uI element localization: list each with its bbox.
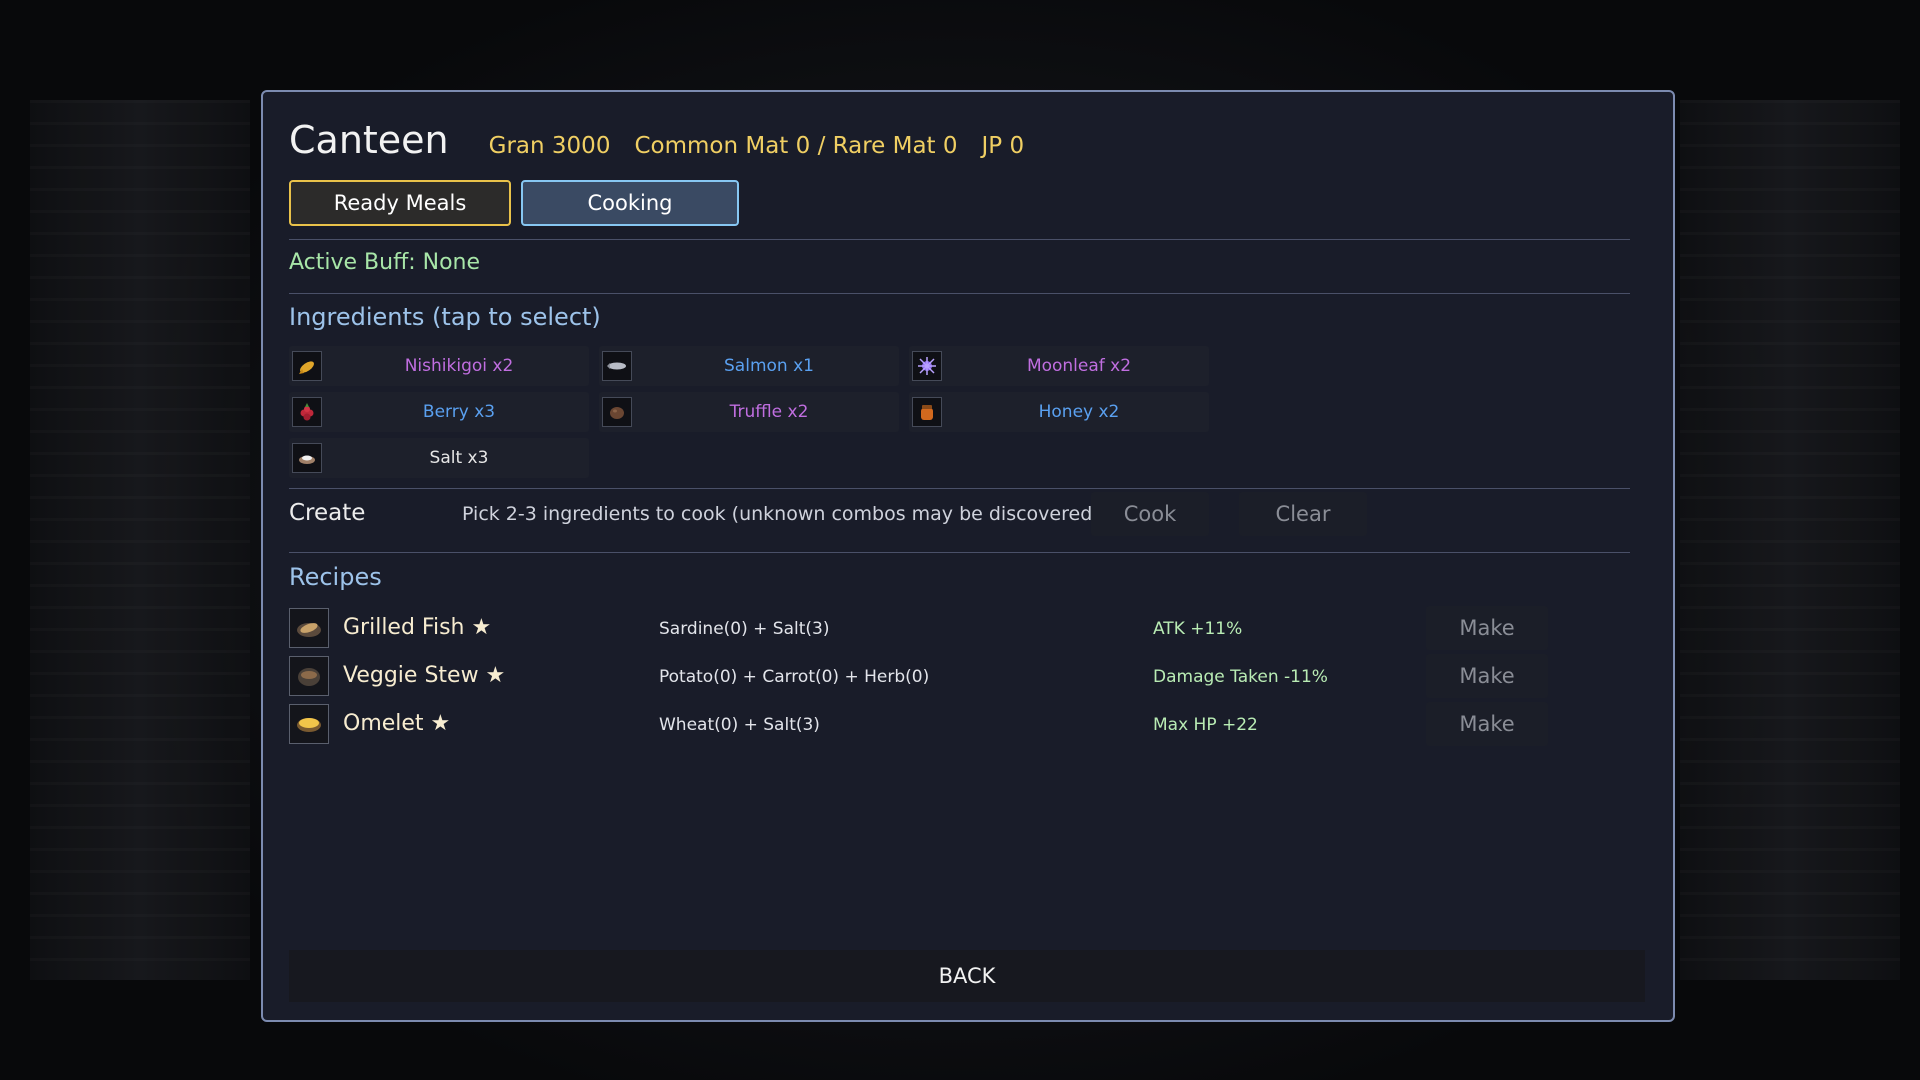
recipe-formula: Potato(0) + Carrot(0) + Herb(0) xyxy=(659,667,930,687)
background-pillar-right xyxy=(1680,100,1900,980)
divider xyxy=(289,293,1630,294)
fish-icon xyxy=(292,351,322,381)
recipe-formula: Wheat(0) + Salt(3) xyxy=(659,715,820,735)
ingredient-honey[interactable]: Honey x2 xyxy=(909,392,1209,432)
omelet-icon xyxy=(289,704,329,744)
ingredient-truffle[interactable]: Truffle x2 xyxy=(599,392,899,432)
divider xyxy=(289,488,1630,489)
honey-icon xyxy=(912,397,942,427)
recipe-formula: Sardine(0) + Salt(3) xyxy=(659,619,830,639)
canteen-panel: Canteen Gran 3000 Common Mat 0 / Rare Ma… xyxy=(261,90,1675,1022)
ingredient-label: Nishikigoi x2 xyxy=(404,356,514,376)
recipe-name: Veggie Stew ★ xyxy=(343,663,506,688)
ingredient-label: Honey x2 xyxy=(1038,402,1120,422)
page-title: Canteen xyxy=(289,118,449,162)
materials-counter: Common Mat 0 / Rare Mat 0 xyxy=(634,133,958,159)
ingredient-berry[interactable]: Berry x3 xyxy=(289,392,589,432)
make-button[interactable]: Make xyxy=(1426,606,1548,650)
ingredient-salt[interactable]: Salt x3 xyxy=(289,438,589,478)
recipes-heading: Recipes xyxy=(289,563,382,591)
jp-counter: JP 0 xyxy=(981,133,1025,159)
berry-icon xyxy=(292,397,322,427)
tab-ready-meals[interactable]: Ready Meals xyxy=(289,180,511,226)
ingredient-label: Salmon x1 xyxy=(724,356,814,376)
cook-button[interactable]: Cook xyxy=(1091,492,1209,536)
recipe-name: Omelet ★ xyxy=(343,711,451,736)
stew-icon xyxy=(289,656,329,696)
create-row: Create Pick 2-3 ingredients to cook (unk… xyxy=(289,492,1630,536)
ingredient-label: Salt x3 xyxy=(429,448,489,468)
recipe-row: Omelet ★ Wheat(0) + Salt(3) Max HP +22 M… xyxy=(289,702,1630,746)
divider xyxy=(289,552,1630,553)
header: Canteen Gran 3000 Common Mat 0 / Rare Ma… xyxy=(289,118,1048,162)
make-button[interactable]: Make xyxy=(1426,702,1548,746)
leaf-icon xyxy=(912,351,942,381)
ingredient-salmon[interactable]: Salmon x1 xyxy=(599,346,899,386)
divider xyxy=(289,239,1630,240)
ingredients-heading: Ingredients (tap to select) xyxy=(289,303,601,331)
back-button[interactable]: BACK xyxy=(289,950,1645,1002)
ingredient-label: Truffle x2 xyxy=(729,402,809,422)
recipe-effect: ATK +11% xyxy=(1153,619,1243,639)
recipe-effect: Damage Taken -11% xyxy=(1153,667,1328,687)
recipe-effect: Max HP +22 xyxy=(1153,715,1258,735)
ingredient-label: Berry x3 xyxy=(422,402,496,422)
grilled-fish-icon xyxy=(289,608,329,648)
tab-bar: Ready Meals Cooking xyxy=(289,180,739,226)
clear-button[interactable]: Clear xyxy=(1239,492,1367,536)
ingredient-moonleaf[interactable]: Moonleaf x2 xyxy=(909,346,1209,386)
active-buff-status: Active Buff: None xyxy=(289,250,481,275)
make-button[interactable]: Make xyxy=(1426,654,1548,698)
ingredient-label: Moonleaf x2 xyxy=(1026,356,1132,376)
create-hint: Pick 2-3 ingredients to cook (unknown co… xyxy=(462,503,1100,525)
recipe-name: Grilled Fish ★ xyxy=(343,615,492,640)
recipe-row: Veggie Stew ★ Potato(0) + Carrot(0) + He… xyxy=(289,654,1630,698)
gran-counter: Gran 3000 xyxy=(488,133,611,159)
tab-cooking[interactable]: Cooking xyxy=(521,180,739,226)
salt-icon xyxy=(292,443,322,473)
recipe-row: Grilled Fish ★ Sardine(0) + Salt(3) ATK … xyxy=(289,606,1630,650)
background-pillar-left xyxy=(30,100,250,980)
fish-icon xyxy=(602,351,632,381)
create-label: Create xyxy=(289,500,366,526)
ingredient-nishikigoi[interactable]: Nishikigoi x2 xyxy=(289,346,589,386)
truffle-icon xyxy=(602,397,632,427)
